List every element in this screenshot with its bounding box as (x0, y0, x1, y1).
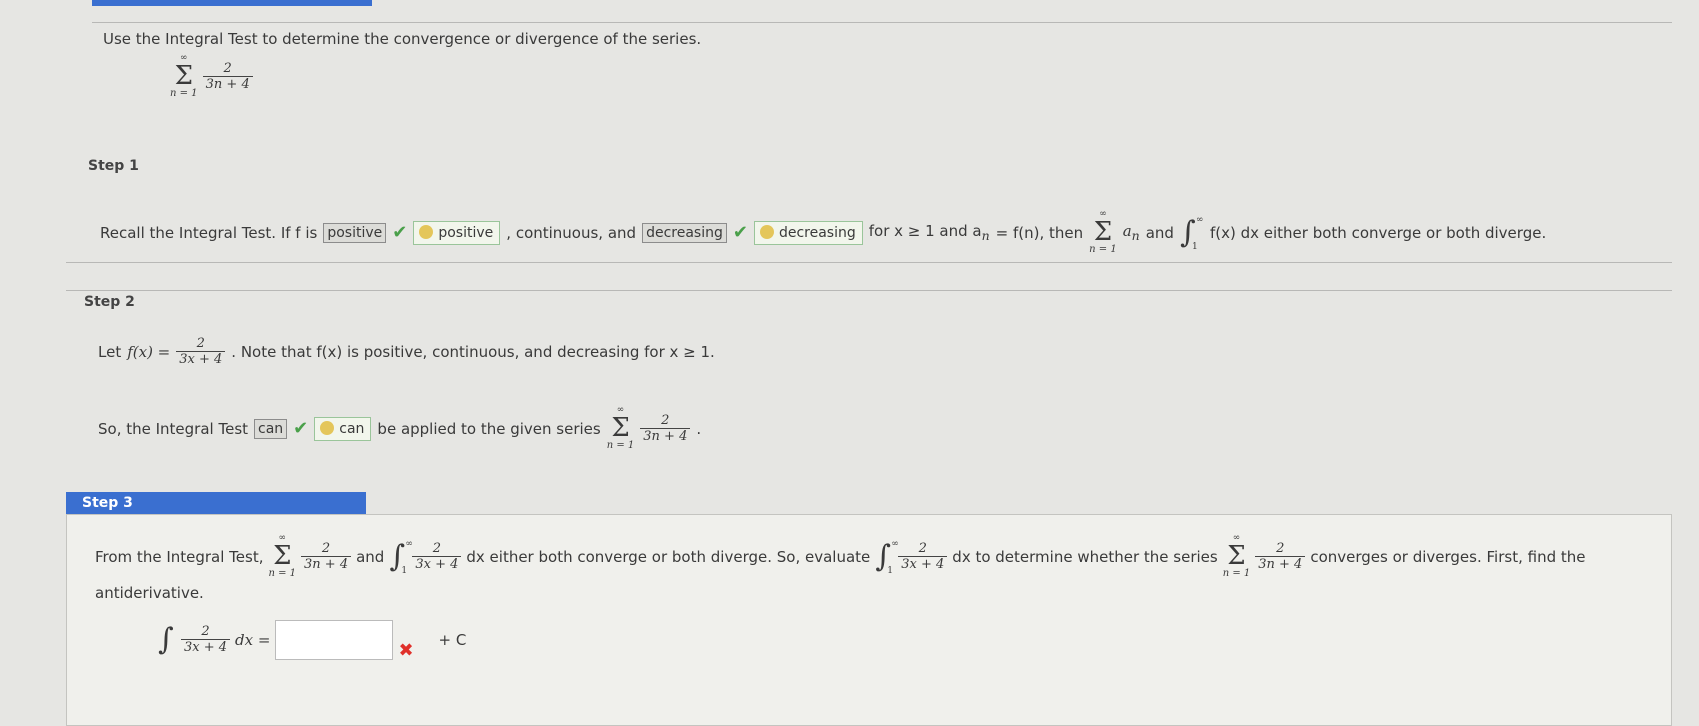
step1-an: an (1122, 222, 1140, 243)
step3-and: and (356, 547, 385, 566)
step3-end: converges or diverges. First, find the (1310, 547, 1586, 566)
sigma-symbol: ∞ Σ n = 1 (170, 53, 198, 99)
series-fraction: 2 3n + 4 (202, 61, 253, 92)
step3-i1-fraction: 2 3x + 4 (412, 541, 462, 572)
step3-plus-c: + C (438, 630, 467, 649)
step3-int-fraction: 2 3x + 4 (181, 624, 231, 655)
step1-text-c: for x ≥ 1 and an (868, 222, 990, 243)
step3-answer-row: ∫ 2 3x + 4 dx = ✖ + C (158, 618, 466, 661)
step1-text-b: , continuous, and (506, 223, 637, 242)
integral-symbol: ∫ (158, 621, 174, 657)
step2-let: Let (98, 342, 122, 361)
step1-text-d: = f(n), then (995, 223, 1084, 242)
step2-note: . Note that f(x) is positive, continuous… (231, 342, 715, 361)
step1-correct-positive: positive (413, 220, 501, 245)
sigma-symbol: ∞ Σ n = 1 (1089, 209, 1117, 255)
top-accent-bar (92, 0, 372, 6)
step2-row1: Let f(x) = 2 3x + 4 . Note that f(x) is … (98, 336, 715, 367)
sigma-symbol: ∞ Σn = 1 (268, 533, 297, 579)
step3-s2-fraction: 2 3n + 4 (1255, 541, 1306, 572)
pencil-icon (759, 224, 774, 239)
step3-from: From the Integral Test, (95, 547, 264, 566)
checkmark-icon: ✔ (392, 222, 408, 243)
checkmark-icon: ✔ (732, 222, 748, 243)
step3-dx-eq: dx = (235, 630, 271, 649)
step1-label: Step 1 (88, 158, 139, 174)
step3-s1-fraction: 2 3n + 4 (301, 541, 352, 572)
step1-answer-decreasing[interactable]: decreasing (642, 222, 727, 243)
step1-text-a: Recall the Integral Test. If f is (100, 223, 318, 242)
step2-label: Step 2 (84, 294, 135, 310)
step2-series-fraction: 2 3n + 4 (640, 413, 691, 444)
step1-row: Recall the Integral Test. If f is positi… (100, 210, 1546, 255)
sigma-symbol: ∞ Σn = 1 (1222, 533, 1251, 579)
step2-period: . (696, 419, 702, 438)
step1-and: and (1145, 223, 1174, 242)
step2-so: So, the Integral Test (98, 419, 249, 438)
step3-antiderivative: antiderivative. (95, 584, 204, 602)
step3-label: Step 3 (66, 492, 366, 514)
integral-symbol: ∫ ∞ 1 (389, 538, 413, 576)
integral-symbol: ∫ ∞ 1 (1179, 214, 1204, 252)
step2-applied: be applied to the given series (377, 419, 601, 438)
problem-series: ∞ Σ n = 1 2 3n + 4 (170, 54, 253, 99)
step3-mid2: dx to determine whether the series (952, 547, 1218, 566)
top-divider (92, 22, 1672, 23)
step2-fx: f(x) = (127, 342, 171, 361)
step1-correct-decreasing: decreasing (753, 220, 863, 245)
step2-correct-can: can (314, 416, 372, 441)
pencil-icon (320, 420, 335, 435)
step2-divider (66, 290, 1672, 291)
step2-fraction: 2 3x + 4 (176, 336, 226, 367)
integral-symbol: ∫ ∞ 1 (875, 538, 899, 576)
pencil-icon (419, 224, 434, 239)
step3-i2-fraction: 2 3x + 4 (898, 541, 948, 572)
step3-mid: dx either both converge or both diverge.… (466, 547, 871, 566)
cross-icon: ✖ (398, 640, 414, 661)
checkmark-icon: ✔ (293, 418, 309, 439)
step1-answer-positive[interactable]: positive (323, 222, 387, 243)
antiderivative-input[interactable] (275, 619, 394, 660)
step1-text-e: f(x) dx either both converge or both div… (1209, 223, 1547, 242)
step3-row1: From the Integral Test, ∞ Σn = 1 2 3n + 4 … (95, 534, 1585, 579)
step2-answer-can[interactable]: can (254, 418, 288, 439)
instruction-text: Use the Integral Test to determine the c… (103, 30, 702, 48)
sigma-symbol: ∞ Σ n = 1 (606, 405, 635, 451)
step2-row2: So, the Integral Test can ✔ can be appli… (98, 406, 701, 451)
step1-divider (66, 262, 1672, 263)
